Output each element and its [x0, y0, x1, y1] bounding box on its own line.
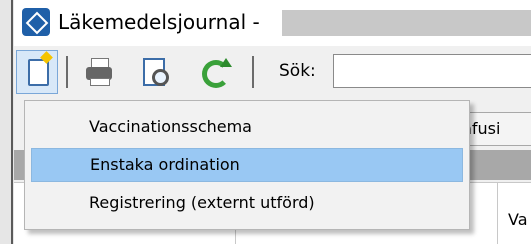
window-left-frame — [0, 0, 14, 244]
new-item-dropdown-menu: Vaccinationsschema Enstaka ordination Re… — [24, 100, 470, 230]
print-button[interactable] — [82, 54, 118, 90]
search-label: Sök: — [279, 61, 316, 81]
menu-item-registrering[interactable]: Registrering (externt utförd) — [31, 186, 463, 220]
magnifier-icon — [152, 69, 169, 86]
refresh-arrow — [220, 58, 232, 67]
grid-column-divider — [497, 182, 498, 244]
grid-column-header[interactable]: Va — [508, 210, 531, 229]
search-input[interactable] — [333, 54, 531, 88]
toolbar: Sök: — [14, 46, 531, 98]
window-title: Läkemedelsjournal - — [58, 10, 260, 34]
menu-item-enstaka-ordination[interactable]: Enstaka ordination — [31, 148, 463, 182]
toolbar-separator — [252, 56, 254, 88]
print-preview-button[interactable] — [138, 54, 174, 90]
menu-item-vaccinationsschema[interactable]: Vaccinationsschema — [31, 110, 463, 144]
printer-tray — [90, 78, 110, 86]
app-logo-icon — [22, 8, 50, 36]
toolbar-separator — [66, 56, 68, 88]
redacted-patient-name — [282, 10, 531, 36]
new-document-button[interactable] — [16, 50, 58, 94]
refresh-button[interactable] — [196, 54, 232, 90]
